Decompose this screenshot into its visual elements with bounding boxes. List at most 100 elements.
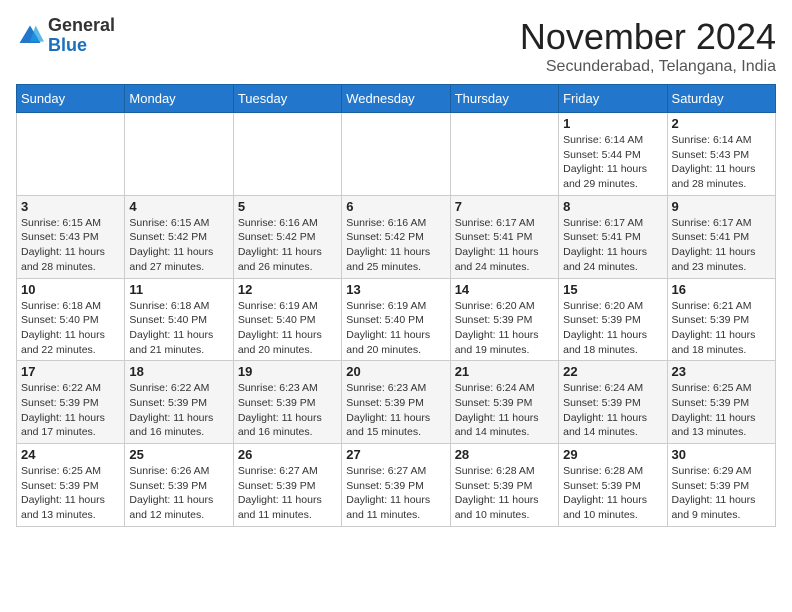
logo-general-text: General bbox=[48, 16, 115, 36]
day-info: Sunrise: 6:27 AMSunset: 5:39 PMDaylight:… bbox=[346, 464, 445, 523]
col-header-monday: Monday bbox=[125, 85, 233, 113]
day-number: 2 bbox=[672, 116, 771, 131]
day-info: Sunrise: 6:21 AMSunset: 5:39 PMDaylight:… bbox=[672, 299, 771, 358]
day-number: 25 bbox=[129, 447, 228, 462]
calendar-cell: 21Sunrise: 6:24 AMSunset: 5:39 PMDayligh… bbox=[450, 361, 558, 444]
calendar-cell: 27 Sunrise: 6:27 AMSunset: 5:39 PMDayligh… bbox=[342, 444, 450, 527]
day-number: 17 bbox=[21, 364, 120, 379]
day-info: Sunrise: 6:14 AMSunset: 5:43 PMDaylight:… bbox=[672, 133, 771, 192]
day-info: Sunrise: 6:22 AMSunset: 5:39 PMDaylight:… bbox=[21, 381, 120, 440]
day-info: Sunrise: 6:25 AMSunset: 5:39 PMDaylight:… bbox=[672, 381, 771, 440]
week-row-4: 17 Sunrise: 6:22 AMSunset: 5:39 PMDayligh… bbox=[17, 361, 776, 444]
calendar-cell: 2 Sunrise: 6:14 AMSunset: 5:43 PMDaylight… bbox=[667, 113, 775, 196]
week-row-5: 24 Sunrise: 6:25 AMSunset: 5:39 PMDayligh… bbox=[17, 444, 776, 527]
calendar-cell bbox=[125, 113, 233, 196]
day-info: Sunrise: 6:15 AMSunset: 5:42 PMDaylight:… bbox=[129, 216, 228, 275]
day-info: Sunrise: 6:15 AMSunset: 5:43 PMDaylight:… bbox=[21, 216, 120, 275]
day-info: Sunrise: 6:29 AMSunset: 5:39 PMDaylight:… bbox=[672, 464, 771, 523]
col-header-thursday: Thursday bbox=[450, 85, 558, 113]
day-number: 3 bbox=[21, 199, 120, 214]
calendar-cell: 3 Sunrise: 6:15 AMSunset: 5:43 PMDaylight… bbox=[17, 195, 125, 278]
day-info: Sunrise: 6:26 AMSunset: 5:39 PMDaylight:… bbox=[129, 464, 228, 523]
calendar-cell: 7 Sunrise: 6:17 AMSunset: 5:41 PMDaylight… bbox=[450, 195, 558, 278]
calendar-cell: 19 Sunrise: 6:23 AMSunset: 5:39 PMDayligh… bbox=[233, 361, 341, 444]
calendar-cell: 20 Sunrise: 6:23 AMSunset: 5:39 PMDayligh… bbox=[342, 361, 450, 444]
day-info: Sunrise: 6:23 AMSunset: 5:39 PMDaylight:… bbox=[346, 381, 445, 440]
calendar-cell bbox=[342, 113, 450, 196]
calendar-cell: 5Sunrise: 6:16 AMSunset: 5:42 PMDaylight… bbox=[233, 195, 341, 278]
day-info: Sunrise: 6:14 AMSunset: 5:44 PMDaylight:… bbox=[563, 133, 662, 192]
day-info: Sunrise: 6:28 AMSunset: 5:39 PMDaylight:… bbox=[455, 464, 554, 523]
calendar-cell: 22Sunrise: 6:24 AMSunset: 5:39 PMDayligh… bbox=[559, 361, 667, 444]
day-number: 18 bbox=[129, 364, 228, 379]
calendar-cell: 12 Sunrise: 6:19 AMSunset: 5:40 PMDayligh… bbox=[233, 278, 341, 361]
calendar-cell: 13Sunrise: 6:19 AMSunset: 5:40 PMDayligh… bbox=[342, 278, 450, 361]
day-number: 12 bbox=[238, 282, 337, 297]
day-number: 8 bbox=[563, 199, 662, 214]
calendar-cell: 26 Sunrise: 6:27 AMSunset: 5:39 PMDayligh… bbox=[233, 444, 341, 527]
day-number: 29 bbox=[563, 447, 662, 462]
calendar-cell: 8 Sunrise: 6:17 AMSunset: 5:41 PMDaylight… bbox=[559, 195, 667, 278]
logo: General Blue bbox=[16, 16, 115, 56]
col-header-saturday: Saturday bbox=[667, 85, 775, 113]
day-number: 26 bbox=[238, 447, 337, 462]
calendar-cell: 17 Sunrise: 6:22 AMSunset: 5:39 PMDayligh… bbox=[17, 361, 125, 444]
day-info: Sunrise: 6:17 AMSunset: 5:41 PMDaylight:… bbox=[563, 216, 662, 275]
day-info: Sunrise: 6:23 AMSunset: 5:39 PMDaylight:… bbox=[238, 381, 337, 440]
logo-blue-text: Blue bbox=[48, 36, 115, 56]
calendar-cell: 30 Sunrise: 6:29 AMSunset: 5:39 PMDayligh… bbox=[667, 444, 775, 527]
calendar-cell: 18 Sunrise: 6:22 AMSunset: 5:39 PMDayligh… bbox=[125, 361, 233, 444]
day-number: 13 bbox=[346, 282, 445, 297]
day-number: 16 bbox=[672, 282, 771, 297]
day-info: Sunrise: 6:17 AMSunset: 5:41 PMDaylight:… bbox=[455, 216, 554, 275]
calendar-cell: 16 Sunrise: 6:21 AMSunset: 5:39 PMDayligh… bbox=[667, 278, 775, 361]
col-header-friday: Friday bbox=[559, 85, 667, 113]
day-info: Sunrise: 6:27 AMSunset: 5:39 PMDaylight:… bbox=[238, 464, 337, 523]
day-info: Sunrise: 6:16 AMSunset: 5:42 PMDaylight:… bbox=[346, 216, 445, 275]
calendar-cell bbox=[450, 113, 558, 196]
day-number: 6 bbox=[346, 199, 445, 214]
day-number: 24 bbox=[21, 447, 120, 462]
calendar-cell: 4 Sunrise: 6:15 AMSunset: 5:42 PMDaylight… bbox=[125, 195, 233, 278]
day-info: Sunrise: 6:20 AMSunset: 5:39 PMDaylight:… bbox=[455, 299, 554, 358]
calendar-cell: 11 Sunrise: 6:18 AMSunset: 5:40 PMDayligh… bbox=[125, 278, 233, 361]
day-number: 27 bbox=[346, 447, 445, 462]
day-info: Sunrise: 6:28 AMSunset: 5:39 PMDaylight:… bbox=[563, 464, 662, 523]
day-number: 22 bbox=[563, 364, 662, 379]
calendar-cell: 29 Sunrise: 6:28 AMSunset: 5:39 PMDayligh… bbox=[559, 444, 667, 527]
day-info: Sunrise: 6:18 AMSunset: 5:40 PMDaylight:… bbox=[129, 299, 228, 358]
calendar-cell: 1 Sunrise: 6:14 AMSunset: 5:44 PMDaylight… bbox=[559, 113, 667, 196]
day-number: 11 bbox=[129, 282, 228, 297]
month-title: November 2024 bbox=[520, 16, 776, 58]
calendar-cell: 28 Sunrise: 6:28 AMSunset: 5:39 PMDayligh… bbox=[450, 444, 558, 527]
calendar-cell: 24 Sunrise: 6:25 AMSunset: 5:39 PMDayligh… bbox=[17, 444, 125, 527]
day-number: 23 bbox=[672, 364, 771, 379]
day-info: Sunrise: 6:19 AMSunset: 5:40 PMDaylight:… bbox=[238, 299, 337, 358]
day-info: Sunrise: 6:25 AMSunset: 5:39 PMDaylight:… bbox=[21, 464, 120, 523]
day-number: 7 bbox=[455, 199, 554, 214]
week-row-1: 1 Sunrise: 6:14 AMSunset: 5:44 PMDaylight… bbox=[17, 113, 776, 196]
col-header-tuesday: Tuesday bbox=[233, 85, 341, 113]
day-number: 15 bbox=[563, 282, 662, 297]
day-info: Sunrise: 6:22 AMSunset: 5:39 PMDaylight:… bbox=[129, 381, 228, 440]
day-number: 14 bbox=[455, 282, 554, 297]
day-number: 1 bbox=[563, 116, 662, 131]
calendar-cell bbox=[17, 113, 125, 196]
day-number: 20 bbox=[346, 364, 445, 379]
calendar-cell: 9Sunrise: 6:17 AMSunset: 5:41 PMDaylight… bbox=[667, 195, 775, 278]
col-header-wednesday: Wednesday bbox=[342, 85, 450, 113]
calendar-cell: 23 Sunrise: 6:25 AMSunset: 5:39 PMDayligh… bbox=[667, 361, 775, 444]
day-number: 19 bbox=[238, 364, 337, 379]
day-number: 21 bbox=[455, 364, 554, 379]
calendar-cell: 15Sunrise: 6:20 AMSunset: 5:39 PMDayligh… bbox=[559, 278, 667, 361]
day-number: 5 bbox=[238, 199, 337, 214]
calendar-table: SundayMondayTuesdayWednesdayThursdayFrid… bbox=[16, 84, 776, 527]
week-row-2: 3 Sunrise: 6:15 AMSunset: 5:43 PMDaylight… bbox=[17, 195, 776, 278]
day-number: 28 bbox=[455, 447, 554, 462]
day-number: 30 bbox=[672, 447, 771, 462]
week-row-3: 10 Sunrise: 6:18 AMSunset: 5:40 PMDayligh… bbox=[17, 278, 776, 361]
day-number: 4 bbox=[129, 199, 228, 214]
calendar-cell: 6 Sunrise: 6:16 AMSunset: 5:42 PMDaylight… bbox=[342, 195, 450, 278]
day-number: 10 bbox=[21, 282, 120, 297]
calendar-cell: 10Sunrise: 6:18 AMSunset: 5:40 PMDayligh… bbox=[17, 278, 125, 361]
